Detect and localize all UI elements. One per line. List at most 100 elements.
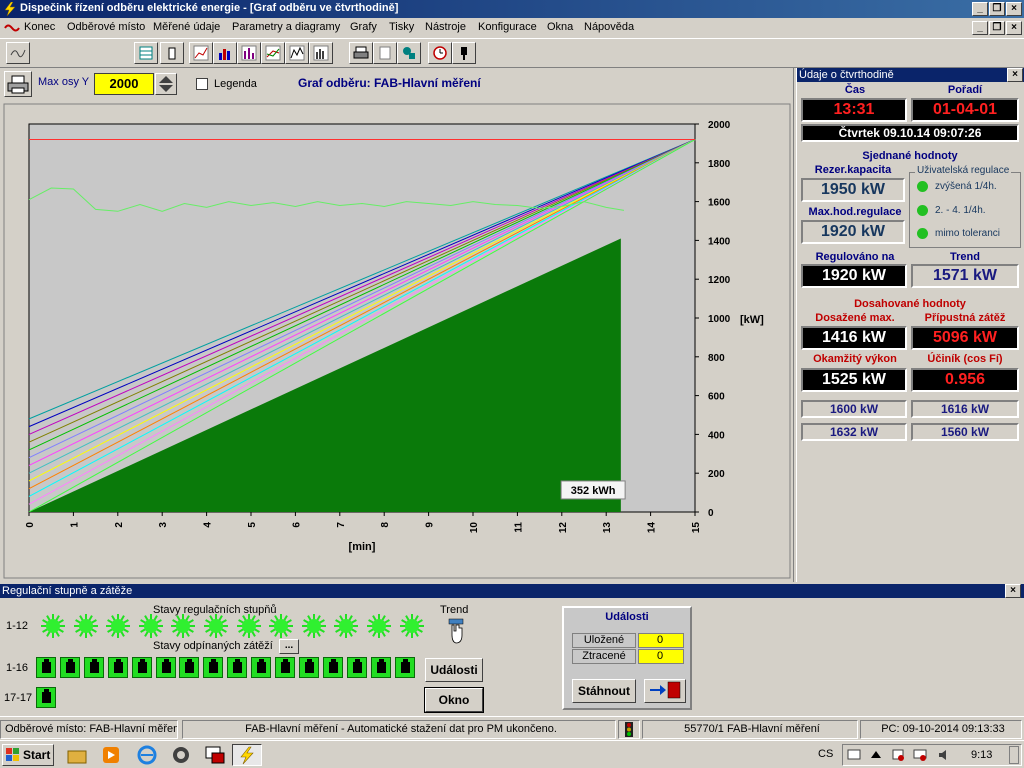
- dosazene-label: Dosažené max.: [815, 312, 895, 324]
- load-6-plug[interactable]: [155, 657, 176, 678]
- menu-tisky[interactable]: Tisky: [389, 21, 414, 33]
- load-13-plug[interactable]: [322, 657, 343, 678]
- extra-value-3: 1632 kW: [801, 423, 907, 441]
- column-chart-icon: [241, 45, 257, 61]
- tb-hand-button[interactable]: [160, 42, 184, 64]
- tb-print-button[interactable]: [349, 42, 373, 64]
- tray-arrow-icon[interactable]: [869, 748, 883, 762]
- load-1-plug[interactable]: [36, 657, 56, 678]
- start-label: Start: [23, 748, 51, 762]
- load-3-plug[interactable]: [83, 657, 104, 678]
- load-2-plug[interactable]: [59, 657, 80, 678]
- regulation-close-button[interactable]: ×: [1005, 584, 1021, 598]
- tb-table-button[interactable]: [134, 42, 158, 64]
- x-tick-label-13: 13: [602, 522, 613, 534]
- load-17-plug[interactable]: [36, 687, 56, 708]
- ulozene-value: 0: [638, 633, 684, 648]
- tb-graph6-button[interactable]: [309, 42, 333, 64]
- x-tick-label-10: 10: [469, 522, 480, 534]
- multi-line-chart-icon: [265, 45, 281, 61]
- y-tick-label-600: 600: [708, 392, 725, 403]
- menu-okna[interactable]: Okna: [547, 21, 573, 33]
- tb-wave-button[interactable]: [6, 42, 30, 64]
- tb-graph3-button[interactable]: [237, 42, 261, 64]
- tray-flag-icon[interactable]: [891, 748, 905, 762]
- show-desktop-button[interactable]: [1009, 746, 1019, 764]
- mdi-close-button[interactable]: ×: [1006, 21, 1022, 35]
- load-12-plug[interactable]: [298, 657, 319, 678]
- language-indicator[interactable]: CS: [818, 748, 833, 760]
- task-dispecink-active[interactable]: [232, 744, 262, 766]
- lightning-icon: [240, 746, 254, 765]
- quarter-hour-panel: Údaje o čtvrthodině × Čas Pořadí 13:31 0…: [796, 68, 1024, 582]
- status-message: FAB-Hlavní měření - Automatické stažení …: [182, 720, 616, 739]
- y-tick-label-1800: 1800: [708, 159, 731, 170]
- udalosti-button[interactable]: Události: [425, 658, 483, 682]
- load-10-plug[interactable]: [251, 657, 272, 678]
- menu-parametry[interactable]: Parametry a diagramy: [232, 21, 340, 33]
- close-button[interactable]: ×: [1006, 2, 1022, 16]
- load-4-plug[interactable]: [107, 657, 128, 678]
- menu-nastroje[interactable]: Nástroje: [425, 21, 466, 33]
- load-14-plug[interactable]: [346, 657, 367, 678]
- restore-button[interactable]: ❐: [989, 2, 1005, 16]
- globe-icon[interactable]: [170, 745, 192, 765]
- load-15-plug[interactable]: [370, 657, 391, 678]
- tray-clock[interactable]: 9:13: [971, 749, 992, 761]
- load-16-plug[interactable]: [394, 657, 415, 678]
- regulation-stage-led-9: [301, 614, 326, 638]
- explorer-icon[interactable]: [66, 745, 88, 765]
- x-tick-label-1: 1: [69, 522, 80, 528]
- more-loads-button[interactable]: ...: [279, 639, 299, 654]
- tray-network-icon[interactable]: [847, 748, 861, 762]
- tb-graph4-button[interactable]: [261, 42, 285, 64]
- start-button[interactable]: Start: [2, 744, 54, 766]
- load-8-plug[interactable]: [203, 657, 224, 678]
- tb-plug-button[interactable]: [452, 42, 476, 64]
- tb-tools-button[interactable]: [397, 42, 421, 64]
- load-11-plug[interactable]: [275, 657, 295, 678]
- pripustna-label: Přípustná zátěž: [924, 312, 1006, 324]
- tb-graph5-button[interactable]: [285, 42, 309, 64]
- panel-close-button[interactable]: ×: [1007, 68, 1023, 82]
- tb-page-button[interactable]: [373, 42, 397, 64]
- stahnout-button[interactable]: Stáhnout: [572, 679, 636, 703]
- menu-odberove-misto[interactable]: Odběrové místo: [67, 21, 145, 33]
- load-9-plug[interactable]: [227, 657, 248, 678]
- menu-bar: Konec Odběrové místo Měřené údaje Parame…: [0, 18, 1024, 38]
- menu-konfigurace[interactable]: Konfigurace: [478, 21, 537, 33]
- uziv-label: Uživatelská regulace: [915, 165, 1012, 176]
- x-tick-label-11: 11: [513, 522, 524, 533]
- minimize-button[interactable]: _: [972, 2, 988, 16]
- load-7-plug[interactable]: [179, 657, 200, 678]
- okamzity-value: 1525 kW: [801, 368, 907, 392]
- uziv-24-label: 2. - 4. 1/4h.: [935, 205, 986, 216]
- print-graph-button[interactable]: [4, 71, 32, 97]
- max-y-spinner[interactable]: [155, 73, 177, 95]
- tb-clock-button[interactable]: [428, 42, 452, 64]
- tray-monitor-icon[interactable]: [913, 748, 927, 762]
- y-tick-label-0: 0: [708, 508, 714, 519]
- tb-graph2-button[interactable]: [213, 42, 237, 64]
- x-tick-label-2: 2: [114, 522, 125, 528]
- menu-konec[interactable]: Konec: [24, 21, 55, 33]
- regulovano-value: 1920 kW: [801, 264, 907, 288]
- x-tick-label-3: 3: [158, 522, 169, 528]
- okno-button[interactable]: Okno: [424, 687, 484, 713]
- media-player-icon[interactable]: [100, 745, 122, 765]
- mdi-restore-button[interactable]: ❐: [989, 21, 1005, 35]
- menu-grafy[interactable]: Grafy: [350, 21, 377, 33]
- exit-button[interactable]: [644, 679, 686, 703]
- remote-desktop-icon[interactable]: [204, 745, 226, 765]
- max-y-input[interactable]: 2000: [94, 73, 154, 95]
- tray-volume-icon[interactable]: [937, 748, 951, 762]
- mdi-minimize-button[interactable]: _: [972, 21, 988, 35]
- tb-graph1-button[interactable]: [189, 42, 213, 64]
- menu-merene-udaje[interactable]: Měřené údaje: [153, 21, 220, 33]
- menu-napoveda[interactable]: Nápověda: [584, 21, 634, 33]
- ie-icon[interactable]: [136, 745, 158, 765]
- legend-checkbox[interactable]: [196, 78, 208, 90]
- load-5-plug[interactable]: [131, 657, 152, 678]
- status-traffic: [618, 720, 640, 739]
- trend-label-bottom: Trend: [440, 604, 469, 616]
